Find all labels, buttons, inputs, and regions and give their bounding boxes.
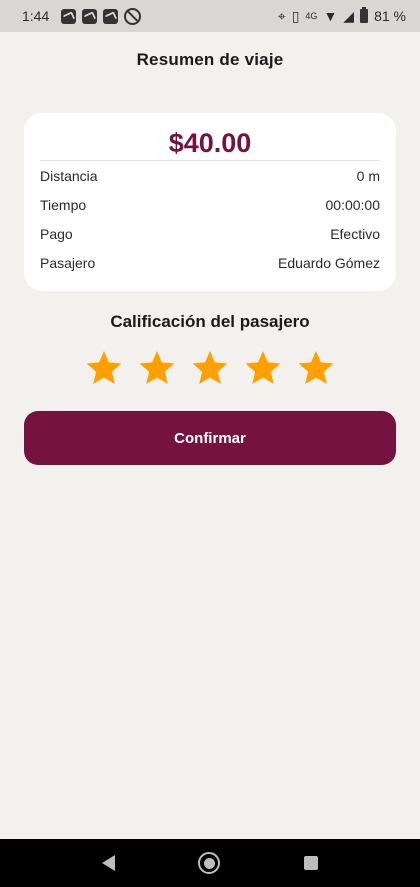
trip-amount: $40.00 — [168, 128, 252, 158]
status-left: 1:44 — [22, 7, 142, 25]
row-value: Eduardo Gómez — [278, 254, 380, 271]
back-icon[interactable] — [101, 855, 115, 871]
row-value: 0 m — [356, 168, 380, 185]
summary-row-distance: Distancia 0 m — [40, 162, 380, 191]
app-notification-icon — [82, 8, 98, 24]
app-notification-icon — [61, 8, 77, 24]
signal-icon: ◢ — [343, 8, 355, 24]
row-label: Distancia — [40, 168, 98, 185]
star-icon-3[interactable] — [191, 349, 229, 387]
star-icon-2[interactable] — [138, 349, 176, 387]
page-title: Resumen de viaje — [136, 50, 284, 69]
confirm-button[interactable]: Confirmar — [24, 411, 396, 465]
system-nav-bar — [0, 839, 420, 887]
app-notification-icon — [103, 8, 119, 24]
row-value: 00:00:00 — [325, 197, 381, 214]
star-icon-5[interactable] — [297, 349, 335, 387]
row-value: Efectivo — [330, 225, 380, 242]
summary-row-passenger: Pasajero Eduardo Gómez — [40, 248, 380, 277]
passenger-rating-stars — [85, 348, 335, 388]
status-time: 1:44 — [22, 8, 50, 24]
row-label: Tiempo — [40, 197, 87, 214]
sync-off-icon — [124, 7, 142, 25]
row-label: Pasajero — [40, 254, 96, 271]
rating-title: Calificación del pasajero — [110, 312, 310, 331]
row-label: Pago — [40, 225, 73, 242]
star-icon-1[interactable] — [85, 349, 123, 387]
volte-call-icon: 4G — [305, 10, 318, 21]
home-icon[interactable] — [198, 852, 221, 874]
location-icon: ⌖ — [277, 8, 286, 24]
battery-icon — [360, 7, 369, 23]
battery-percent: 81 % — [374, 8, 406, 24]
summary-row-time: Tiempo 00:00:00 — [40, 191, 380, 220]
status-right: ⌖ ▯ 4G ▼ ◢ 81 % — [277, 7, 406, 24]
recents-icon[interactable] — [304, 856, 319, 870]
status-bar: 1:44 ⌖ ▯ 4G ▼ ◢ 81 % — [0, 0, 420, 32]
trip-summary-card: $40.00 Distancia 0 m Tiempo 00:00:00 Pag… — [24, 113, 396, 291]
summary-row-payment: Pago Efectivo — [40, 220, 380, 249]
wifi-icon: ▼ — [323, 8, 338, 24]
vibrate-icon: ▯ — [291, 8, 300, 24]
star-icon-4[interactable] — [244, 349, 282, 387]
